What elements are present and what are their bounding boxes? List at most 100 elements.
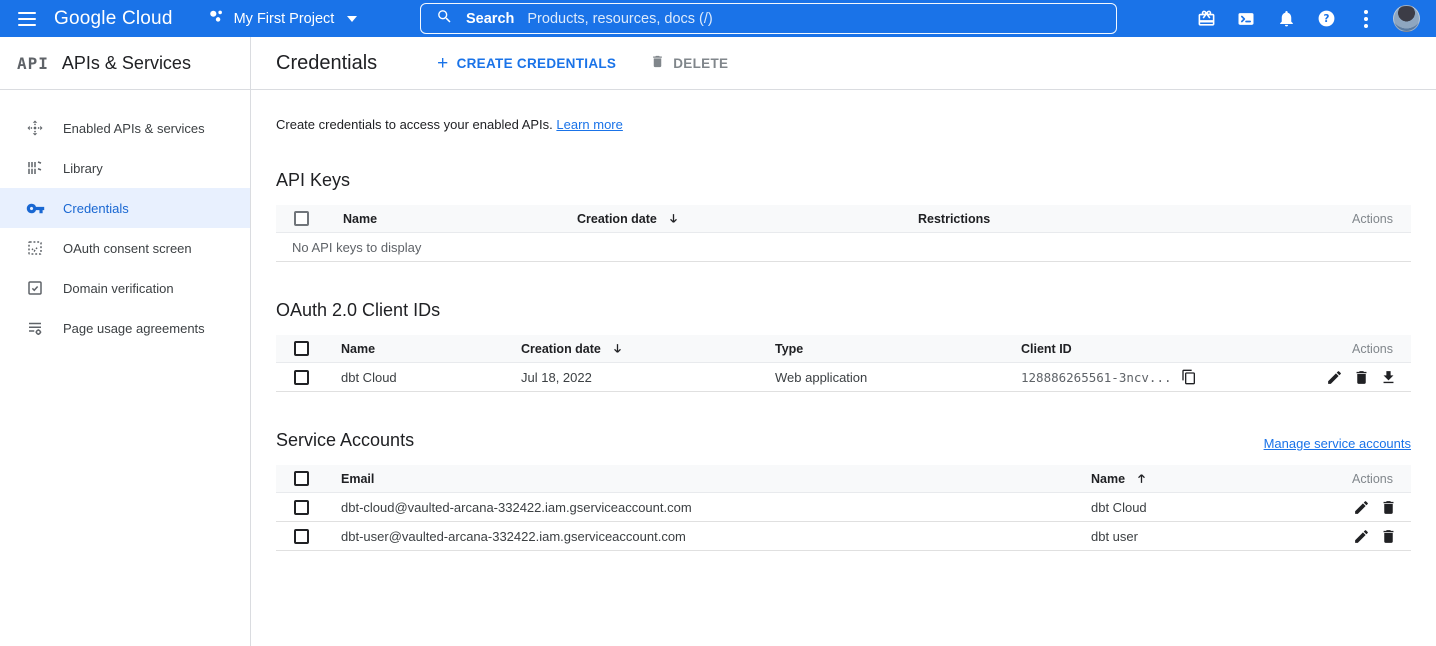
trash-icon[interactable]	[1380, 499, 1397, 516]
service-account-email: dbt-user@vaulted-arcana-332422.iam.gserv…	[341, 529, 1091, 544]
client-name: dbt Cloud	[341, 370, 521, 385]
sidebar-item-label: OAuth consent screen	[63, 241, 192, 256]
manage-service-accounts-link[interactable]: Manage service accounts	[1264, 436, 1411, 451]
sort-asc-icon	[1135, 472, 1148, 485]
edit-icon[interactable]	[1353, 499, 1370, 516]
oauth-clients-table: Name Creation date Type Client ID Action…	[276, 335, 1411, 392]
sidebar-item-oauth-consent[interactable]: OAuth consent screen	[0, 228, 250, 268]
edit-icon[interactable]	[1353, 528, 1370, 545]
select-all-checkbox[interactable]	[294, 211, 309, 226]
page-description: Create credentials to access your enable…	[276, 117, 1411, 132]
sidebar-item-page-usage-agreements[interactable]: Page usage agreements	[0, 308, 250, 348]
gcp-console-page: Google Cloud My First Project Search Pro…	[0, 0, 1436, 646]
service-account-email: dbt-cloud@vaulted-arcana-332422.iam.gser…	[341, 500, 1091, 515]
main-area: Credentials + CREATE CREDENTIALS DELETE …	[251, 37, 1436, 646]
project-selector[interactable]: My First Project	[207, 7, 358, 30]
search-input[interactable]: Search Products, resources, docs (/)	[420, 3, 1117, 34]
row-actions	[1291, 499, 1411, 516]
sidebar-item-domain-verification[interactable]: Domain verification	[0, 268, 250, 308]
gift-icon[interactable]	[1186, 0, 1226, 37]
trash-icon	[650, 54, 665, 72]
sidebar-item-credentials[interactable]: Credentials	[0, 188, 250, 228]
list-settings-icon	[25, 318, 45, 338]
table-row: dbt Cloud Jul 18, 2022 Web application 1…	[276, 363, 1411, 392]
page-title: Credentials	[276, 52, 377, 75]
key-icon	[25, 198, 45, 218]
api-logo-icon: API	[17, 54, 49, 73]
chevron-down-icon	[347, 16, 357, 22]
select-all-checkbox[interactable]	[294, 471, 309, 486]
help-icon[interactable]: ?	[1306, 0, 1346, 37]
column-header-name[interactable]: Name	[1091, 472, 1291, 486]
column-header-client-id: Client ID	[1021, 342, 1291, 356]
more-vert-icon[interactable]	[1346, 0, 1386, 37]
trash-icon[interactable]	[1380, 528, 1397, 545]
api-keys-table: Name Creation date Restrictions Actions …	[276, 205, 1411, 262]
consent-screen-icon	[25, 238, 45, 258]
oauth-clients-heading: OAuth 2.0 Client IDs	[276, 300, 1411, 321]
google-cloud-logo[interactable]: Google Cloud	[54, 8, 173, 30]
menu-icon[interactable]	[0, 0, 54, 37]
column-header-actions: Actions	[1301, 212, 1411, 226]
notifications-icon[interactable]	[1266, 0, 1306, 37]
client-type: Web application	[775, 370, 1021, 385]
select-all-checkbox[interactable]	[294, 341, 309, 356]
cloud-shell-icon[interactable]	[1226, 0, 1266, 37]
column-header-restrictions: Restrictions	[918, 212, 1301, 226]
row-checkbox[interactable]	[294, 529, 309, 544]
topbar: Google Cloud My First Project Search Pro…	[0, 0, 1436, 37]
download-icon[interactable]	[1380, 369, 1397, 386]
column-header-actions: Actions	[1291, 472, 1411, 486]
edit-icon[interactable]	[1326, 369, 1343, 386]
sidebar-item-label: Credentials	[63, 201, 129, 216]
page-content: Create credentials to access your enable…	[251, 90, 1436, 551]
sidebar-item-label: Domain verification	[63, 281, 174, 296]
sidebar-item-label: Library	[63, 161, 103, 176]
sort-desc-icon	[611, 342, 624, 355]
oauth-clients-section: OAuth 2.0 Client IDs Name Creation date	[276, 300, 1411, 392]
page-toolbar: Credentials + CREATE CREDENTIALS DELETE	[251, 37, 1436, 90]
column-header-creation-date[interactable]: Creation date	[521, 342, 775, 356]
plus-icon: +	[437, 54, 448, 73]
api-keys-section: API Keys Name Creation date Restri	[276, 170, 1411, 262]
client-id-cell: 128886265561-3ncv...	[1021, 369, 1291, 385]
service-accounts-section: Service Accounts Manage service accounts…	[276, 430, 1411, 551]
client-creation-date: Jul 18, 2022	[521, 370, 775, 385]
trash-icon[interactable]	[1353, 369, 1370, 386]
svg-text:?: ?	[1323, 13, 1329, 25]
check-box-icon	[25, 278, 45, 298]
sidebar-item-library[interactable]: Library	[0, 148, 250, 188]
client-id-value: 128886265561-3ncv...	[1021, 370, 1172, 385]
search-placeholder: Products, resources, docs (/)	[527, 11, 712, 27]
sidebar-nav: Enabled APIs & services Library Credenti…	[0, 90, 250, 348]
create-credentials-button[interactable]: + CREATE CREDENTIALS	[437, 54, 616, 73]
row-checkbox[interactable]	[294, 500, 309, 515]
sidebar-header: API APIs & Services	[0, 37, 250, 90]
column-header-actions: Actions	[1291, 342, 1411, 356]
search-label: Search	[466, 11, 514, 27]
sidebar: API APIs & Services Enabled APIs & servi…	[0, 37, 251, 646]
column-header-type: Type	[775, 342, 1021, 356]
row-checkbox[interactable]	[294, 370, 309, 385]
learn-more-link[interactable]: Learn more	[556, 117, 622, 132]
dashboard-icon	[25, 118, 45, 138]
row-actions	[1291, 369, 1411, 386]
column-header-creation-date[interactable]: Creation date	[577, 212, 918, 226]
avatar[interactable]	[1386, 0, 1426, 37]
sidebar-title: APIs & Services	[62, 53, 191, 74]
empty-state-message: No API keys to display	[276, 233, 1411, 262]
column-header-email: Email	[341, 472, 1091, 486]
project-icon	[207, 7, 225, 30]
sort-desc-icon	[667, 212, 680, 225]
copy-icon[interactable]	[1181, 369, 1197, 385]
service-accounts-heading: Service Accounts	[276, 430, 414, 451]
api-keys-heading: API Keys	[276, 170, 1411, 191]
service-account-name: dbt user	[1091, 529, 1291, 544]
delete-button[interactable]: DELETE	[650, 54, 728, 72]
topbar-actions: ?	[1186, 0, 1436, 37]
table-header-row: Email Name Actions	[276, 465, 1411, 493]
sidebar-item-enabled-apis[interactable]: Enabled APIs & services	[0, 108, 250, 148]
column-header-name: Name	[343, 212, 577, 226]
sidebar-item-label: Page usage agreements	[63, 321, 205, 336]
service-accounts-table: Email Name Actions dbt-cloud@vau	[276, 465, 1411, 551]
